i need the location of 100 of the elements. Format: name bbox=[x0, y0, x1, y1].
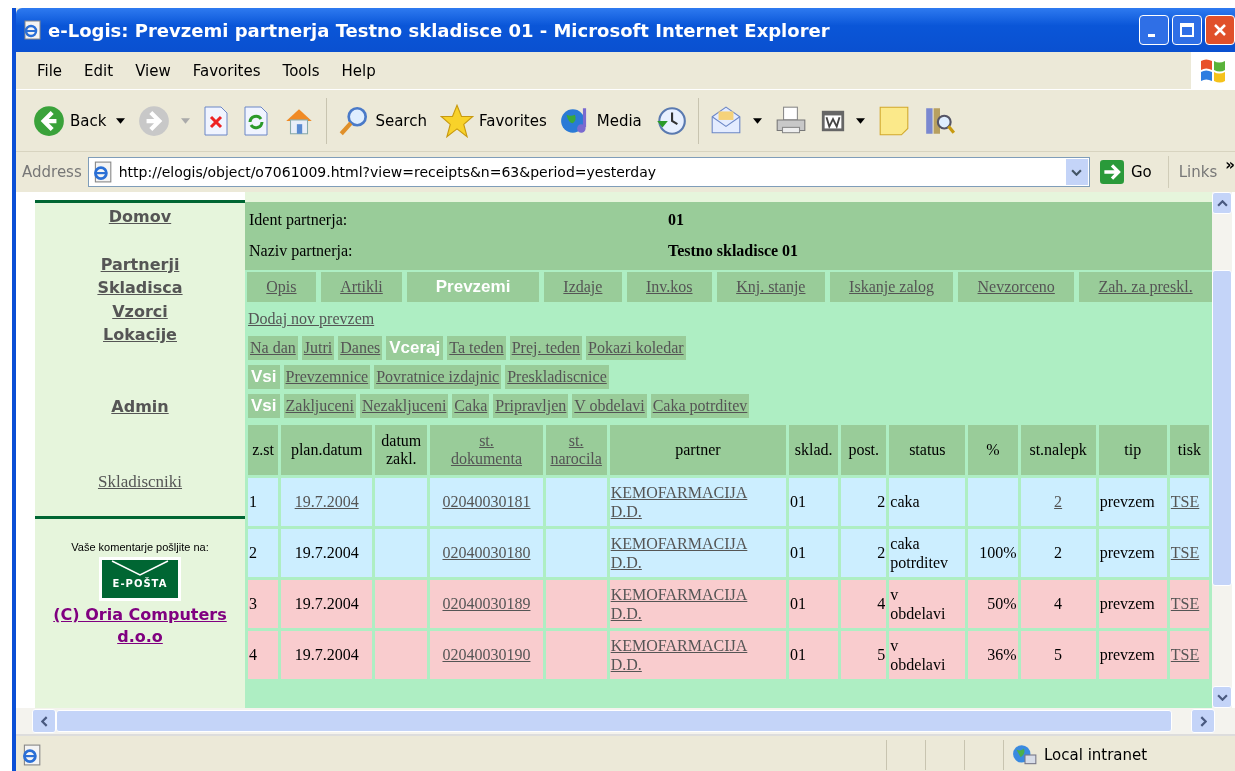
table-cell[interactable]: 02040030180 bbox=[430, 529, 543, 577]
table-cell[interactable]: KEMOFARMACIJA D.D. bbox=[609, 478, 787, 526]
maximize-icon bbox=[1179, 22, 1195, 38]
tab[interactable]: Zah. za preskl. bbox=[1079, 272, 1212, 302]
filter-link[interactable]: Caka potrditev bbox=[650, 394, 750, 418]
stop-icon bbox=[202, 104, 231, 137]
table-cell-text: prevzem bbox=[1098, 492, 1156, 513]
chevron-down-icon[interactable] bbox=[1216, 693, 1228, 701]
table-cell-text: 19.7.2004 bbox=[293, 645, 360, 665]
search-button[interactable]: Search bbox=[331, 98, 433, 143]
table-cell-text: prevzem bbox=[1098, 543, 1156, 564]
table-cell[interactable]: KEMOFARMACIJA D.D. bbox=[609, 529, 787, 577]
table-cell-text: 01 bbox=[789, 543, 808, 563]
back-button[interactable]: Back bbox=[26, 98, 132, 143]
caret-icon bbox=[181, 117, 191, 124]
go-button[interactable]: Go bbox=[1089, 156, 1169, 188]
column-header: tisk bbox=[1169, 425, 1209, 475]
nav-link[interactable]: Admin bbox=[111, 394, 169, 418]
table-cell[interactable]: 19.7.2004 bbox=[281, 478, 373, 526]
table-cell-text: v obdelavi bbox=[889, 584, 947, 624]
media-button[interactable]: Media bbox=[552, 98, 648, 143]
filter-link[interactable]: Zakljuceni bbox=[283, 394, 356, 418]
filter-link[interactable]: V obdelavi bbox=[572, 394, 647, 418]
column-header[interactable]: st. dokumenta bbox=[430, 425, 543, 475]
table-cell-text: 4 bbox=[1053, 594, 1064, 614]
menu-item[interactable]: Help bbox=[332, 61, 389, 80]
maximize-button[interactable] bbox=[1172, 15, 1202, 45]
add-receipt-link[interactable]: Dodaj nov prevzem bbox=[248, 310, 375, 328]
table-cell-text: 4 bbox=[876, 594, 887, 614]
filter-link[interactable]: Jutri bbox=[301, 336, 335, 360]
filter-link[interactable]: Pokazi koledar bbox=[586, 336, 686, 360]
menu-item[interactable]: View bbox=[126, 61, 184, 80]
nav-link[interactable]: Lokacije bbox=[103, 323, 177, 347]
filter-link[interactable]: Nezakljuceni bbox=[359, 394, 449, 418]
chevron-right-icon[interactable] bbox=[1199, 715, 1207, 727]
favorites-button[interactable]: Favorites bbox=[432, 98, 553, 143]
address-field[interactable]: http://elogis/object/o7061009.html?view=receipts&n=63&period=yesterday bbox=[87, 157, 1090, 187]
table-cell[interactable]: TSE bbox=[1169, 580, 1209, 628]
table-cell[interactable]: TSE bbox=[1169, 631, 1209, 679]
menu-item[interactable]: Edit bbox=[75, 61, 127, 80]
table-cell[interactable]: TSE bbox=[1169, 478, 1209, 526]
horizontal-scrollbar[interactable] bbox=[16, 708, 1235, 736]
dropdown-button[interactable] bbox=[1065, 159, 1088, 185]
filter-link[interactable]: Prevzemnice bbox=[283, 365, 371, 389]
menu-item[interactable]: File bbox=[28, 61, 76, 80]
column-header: st.nalepk bbox=[1020, 425, 1096, 475]
filter-link[interactable]: Danes bbox=[338, 336, 383, 360]
tab[interactable]: Nevzorceno bbox=[958, 272, 1075, 302]
table-cell[interactable]: 2 bbox=[1020, 478, 1096, 526]
table-cell[interactable]: 02040030181 bbox=[430, 478, 543, 526]
table-cell-text: 19.7.2004 bbox=[293, 594, 360, 614]
filter-link[interactable]: Caka bbox=[452, 394, 490, 418]
browser-logo-icon bbox=[22, 20, 42, 40]
filter-link[interactable]: Pripravljen bbox=[493, 394, 569, 418]
menu-item[interactable]: Tools bbox=[273, 61, 333, 80]
table-cell-text: 1 bbox=[248, 492, 258, 512]
tab[interactable]: Izdaje bbox=[544, 272, 622, 302]
filter-link[interactable]: Ta teden bbox=[447, 336, 506, 360]
tab[interactable]: Iskanje zalog bbox=[829, 272, 954, 302]
chevron-up-icon[interactable] bbox=[1216, 199, 1228, 207]
table-cell-text: 2 bbox=[248, 543, 258, 563]
nav-link[interactable]: Skladiscniki bbox=[97, 470, 183, 494]
column-header: tip bbox=[1098, 425, 1167, 475]
tab[interactable]: Opis bbox=[247, 272, 316, 302]
close-button[interactable] bbox=[1205, 15, 1235, 45]
nav-link[interactable]: Partnerji bbox=[100, 252, 180, 276]
tab[interactable]: Knj. stanje bbox=[716, 272, 825, 302]
table-cell-text: 5 bbox=[876, 645, 887, 665]
tab[interactable]: Artikli bbox=[320, 272, 403, 302]
column-header: status bbox=[889, 425, 966, 475]
filter-link[interactable]: Povratnice izdajnic bbox=[374, 365, 502, 389]
vertical-scrollbar[interactable] bbox=[1212, 192, 1232, 708]
menu-item[interactable]: Favorites bbox=[183, 61, 274, 80]
email-button[interactable]: E-POŠTA bbox=[99, 557, 181, 601]
table-cell[interactable]: 02040030190 bbox=[430, 631, 543, 679]
nav-link[interactable]: Domov bbox=[108, 205, 172, 229]
more-button[interactable]: » bbox=[1225, 156, 1235, 174]
minimize-button[interactable] bbox=[1139, 15, 1169, 45]
filter-link[interactable]: Prej. teden bbox=[509, 336, 583, 360]
column-header: post. bbox=[841, 425, 887, 475]
page-icon bbox=[20, 743, 42, 766]
tab[interactable]: Inv.kos bbox=[626, 272, 712, 302]
table-cell-text: prevzem bbox=[1098, 645, 1156, 666]
table-cell[interactable]: TSE bbox=[1169, 529, 1209, 577]
name-label: Naziv partnerja: bbox=[249, 241, 354, 260]
nav-link[interactable]: Skladisca bbox=[97, 276, 183, 300]
links-button[interactable]: Links bbox=[1168, 163, 1226, 181]
window-title: e-Logis: Prevzemi partnerja Testno skladisce 01 - Microsoft Internet Explorer bbox=[48, 19, 830, 41]
table-cell[interactable]: 02040030189 bbox=[430, 580, 543, 628]
table-cell-text: caka potrditev bbox=[889, 533, 950, 574]
filter-link[interactable]: Na dan bbox=[248, 336, 298, 360]
copyright-link[interactable]: (C) Oria Computers d.o.o bbox=[50, 604, 230, 648]
table-cell[interactable]: KEMOFARMACIJA D.D. bbox=[609, 631, 787, 679]
table-cell-text: 100% bbox=[978, 543, 1018, 563]
table-cell[interactable]: KEMOFARMACIJA D.D. bbox=[609, 580, 787, 628]
zone-text: Local intranet bbox=[1044, 745, 1148, 764]
filter-link[interactable]: Preskladiscnice bbox=[505, 365, 609, 389]
chevron-left-icon[interactable] bbox=[40, 715, 48, 727]
nav-link[interactable]: Vzorci bbox=[112, 299, 168, 323]
column-header[interactable]: st. narocila bbox=[545, 425, 607, 475]
